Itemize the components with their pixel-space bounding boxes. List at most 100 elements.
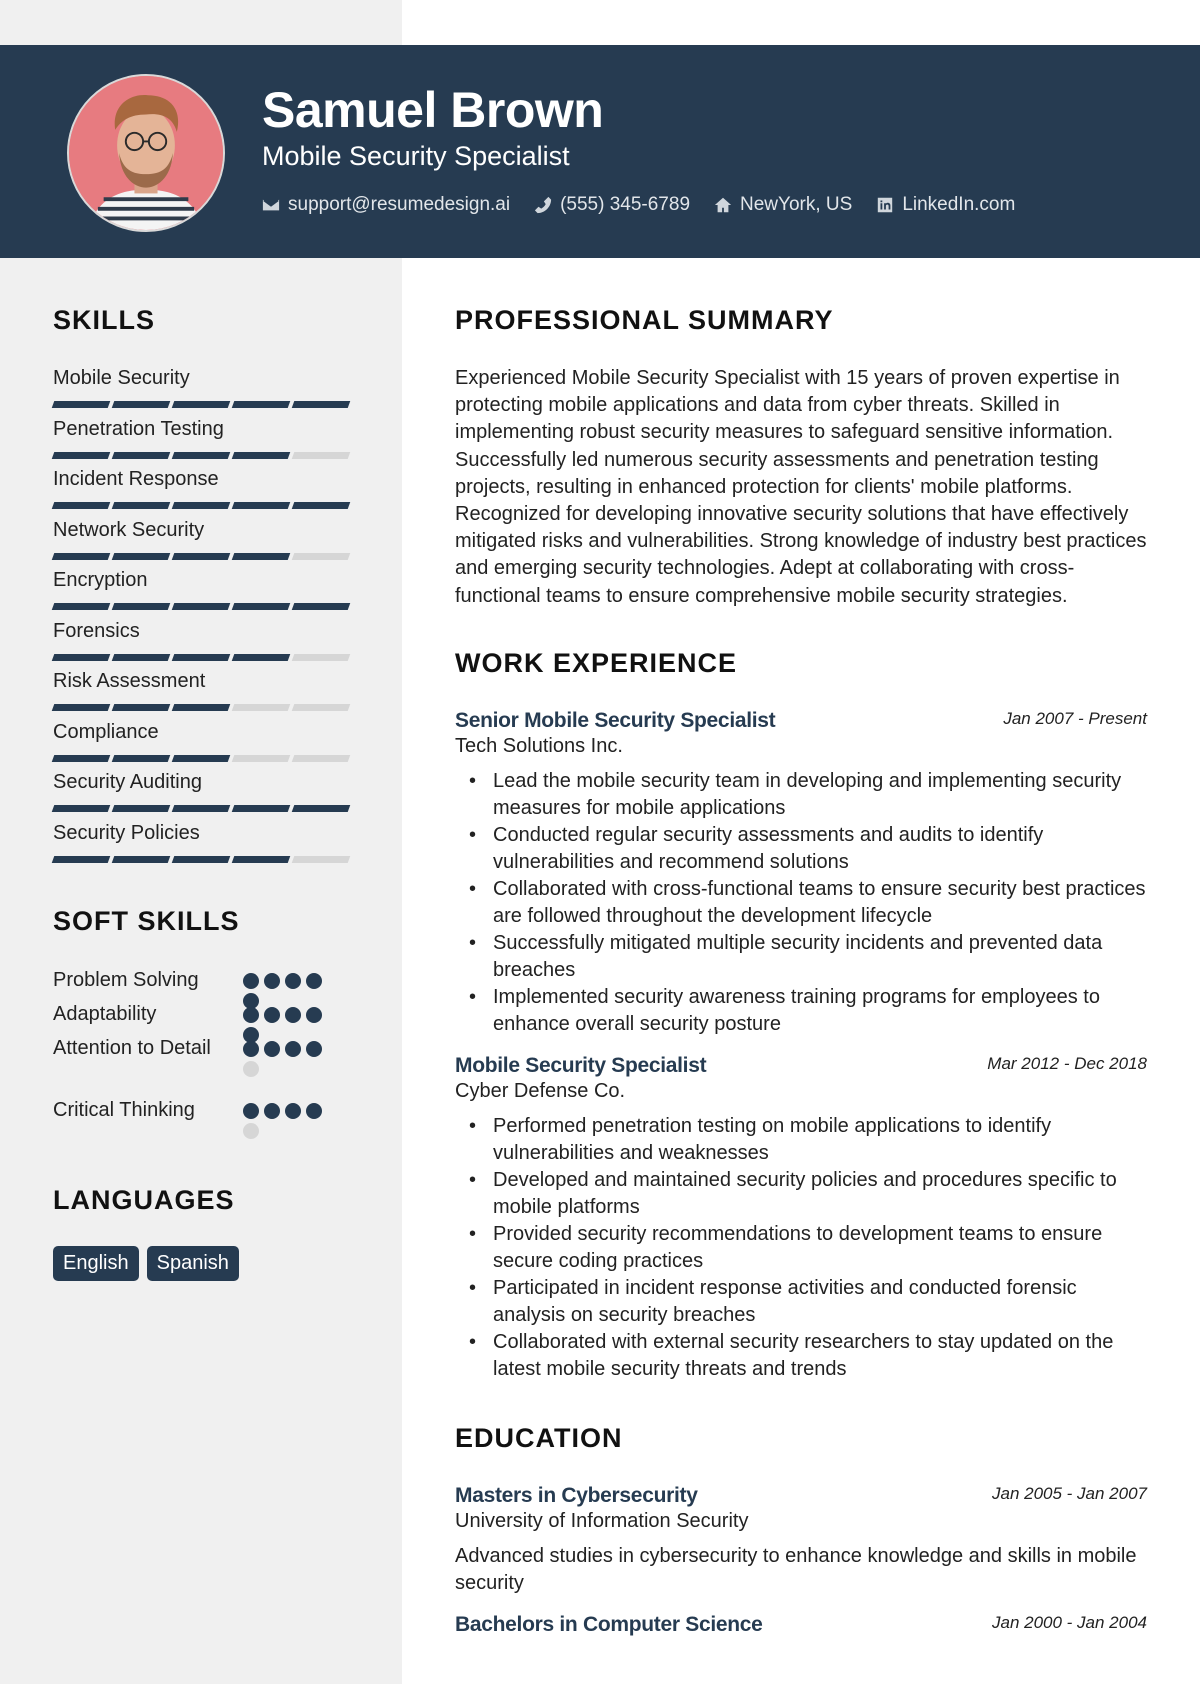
skill-level-bar bbox=[51, 805, 353, 812]
language-badge: Spanish bbox=[146, 1246, 239, 1281]
rating-dot-filled bbox=[264, 973, 280, 989]
skill-name: Penetration Testing bbox=[53, 417, 224, 440]
education-dates: Jan 2005 - Jan 2007 bbox=[991, 1483, 1147, 1503]
skill-segment-filled bbox=[51, 502, 111, 509]
candidate-name: Samuel Brown bbox=[262, 82, 604, 138]
skill-level-bar bbox=[51, 552, 353, 560]
skills-list: Mobile Security Penetration Testing Incide… bbox=[51, 366, 353, 871]
skill-segment-filled bbox=[231, 502, 291, 509]
main-content: PROFESSIONAL SUMMARY Experienced Mobile … bbox=[455, 305, 1147, 1637]
skill-segment-filled bbox=[51, 451, 111, 459]
bullet-item: Participated in incident response activi… bbox=[455, 1275, 1147, 1329]
soft-skills-section: SOFT SKILLS Problem Solving Adaptability A… bbox=[53, 906, 353, 1157]
skill-segment-filled bbox=[111, 754, 171, 762]
skill-item: Mobile Security bbox=[51, 366, 353, 417]
soft-skill-name: Critical Thinking bbox=[53, 1099, 195, 1121]
skill-level-bar bbox=[51, 603, 353, 610]
skill-segment-filled bbox=[171, 552, 231, 560]
skill-segment-empty bbox=[231, 704, 291, 711]
skill-segment-filled bbox=[171, 704, 231, 711]
skill-name: Incident Response bbox=[53, 468, 219, 490]
skill-segment-filled bbox=[231, 653, 291, 661]
skill-segment-empty bbox=[291, 653, 351, 661]
experience-entry: Mobile Security Specialist Mar 2012 - Dec… bbox=[455, 1054, 1147, 1383]
education-section: EDUCATION Masters in Cybersecurity Jan 20… bbox=[455, 1423, 1147, 1637]
linkedin-icon bbox=[876, 196, 894, 214]
rating-dot-filled bbox=[285, 1103, 301, 1119]
skill-segment-filled bbox=[171, 502, 231, 509]
education-dates: Jan 2000 - Jan 2004 bbox=[991, 1612, 1147, 1632]
soft-skills-list: Problem Solving Adaptability Attention to … bbox=[53, 967, 353, 1157]
skill-segment-filled bbox=[111, 855, 171, 863]
skill-segment-filled bbox=[231, 805, 291, 812]
soft-skill-name: Problem Solving bbox=[53, 969, 199, 991]
contact-phone-text: (555) 345-6789 bbox=[560, 194, 691, 215]
soft-skill-item: Problem Solving bbox=[53, 967, 328, 1009]
skill-segment-filled bbox=[291, 603, 351, 610]
skill-level-bar bbox=[51, 855, 353, 863]
education-entry: Bachelors in Computer Science Jan 2000 - … bbox=[455, 1613, 1147, 1637]
rating-dot-filled bbox=[306, 1103, 322, 1119]
languages-heading: LANGUAGES bbox=[53, 1185, 235, 1215]
contact-list: support@resumedesign.ai (555) 345-6789 N… bbox=[262, 194, 1015, 216]
summary-heading: PROFESSIONAL SUMMARY bbox=[455, 305, 834, 335]
skill-segment-filled bbox=[231, 855, 291, 863]
education-description: Advanced studies in cybersecurity to enh… bbox=[455, 1544, 1137, 1594]
bullet-item: Conducted regular security assessments a… bbox=[455, 822, 1147, 876]
education-list: Masters in Cybersecurity Jan 2005 - Jan 2… bbox=[455, 1484, 1147, 1637]
skill-name: Compliance bbox=[53, 720, 159, 743]
skill-segment-filled bbox=[171, 855, 231, 863]
rating-dot-filled bbox=[264, 1103, 280, 1119]
rating-dot-filled bbox=[243, 1041, 259, 1057]
contact-email-text: support@resumedesign.ai bbox=[288, 194, 511, 215]
rating-dot-empty bbox=[243, 1061, 259, 1077]
home-icon bbox=[714, 196, 732, 214]
languages-section: LANGUAGES English Spanish bbox=[53, 1185, 353, 1281]
skill-segment-filled bbox=[51, 754, 111, 762]
job-bullets: Performed penetration testing on mobile … bbox=[455, 1113, 1147, 1383]
skill-segment-filled bbox=[231, 603, 291, 610]
skill-segment-filled bbox=[111, 401, 171, 408]
skill-item: Security Auditing bbox=[51, 770, 353, 821]
school-name: University of Information Security bbox=[455, 1509, 749, 1532]
skill-segment-empty bbox=[291, 552, 351, 560]
skill-segment-filled bbox=[171, 451, 231, 459]
avatar-icon bbox=[69, 76, 223, 230]
skill-name: Mobile Security bbox=[53, 367, 190, 389]
contact-phone[interactable]: (555) 345-6789 bbox=[534, 194, 690, 216]
skill-segment-filled bbox=[51, 855, 111, 863]
skill-segment-filled bbox=[291, 805, 351, 812]
soft-skill-item: Critical Thinking bbox=[53, 1097, 328, 1157]
experience-list: Senior Mobile Security Specialist Jan 200… bbox=[455, 709, 1147, 1383]
bullet-item: Implemented security awareness training … bbox=[455, 984, 1147, 1038]
skills-heading: SKILLS bbox=[53, 305, 156, 335]
skill-item: Penetration Testing bbox=[51, 417, 353, 468]
skill-segment-filled bbox=[111, 653, 171, 661]
summary-text: Experienced Mobile Security Specialist w… bbox=[455, 367, 1147, 607]
skill-segment-filled bbox=[51, 603, 111, 610]
rating-dot-filled bbox=[264, 1041, 280, 1057]
skill-segment-filled bbox=[51, 401, 111, 408]
skill-segment-filled bbox=[231, 451, 291, 459]
skill-level-bar bbox=[51, 704, 353, 711]
skill-segment-filled bbox=[171, 603, 231, 610]
skill-name: Encryption bbox=[53, 569, 148, 591]
skill-segment-filled bbox=[231, 401, 291, 408]
contact-linkedin[interactable]: LinkedIn.com bbox=[876, 194, 1015, 216]
job-bullets: Lead the mobile security team in develop… bbox=[455, 768, 1147, 1038]
contact-email[interactable]: support@resumedesign.ai bbox=[262, 194, 510, 216]
phone-icon bbox=[534, 196, 552, 214]
rating-dot-filled bbox=[285, 1041, 301, 1057]
skill-segment-empty bbox=[291, 704, 351, 711]
soft-skills-heading: SOFT SKILLS bbox=[53, 906, 240, 936]
skill-level-bar bbox=[51, 653, 353, 661]
rating-dot-filled bbox=[285, 973, 301, 989]
skill-item: Encryption bbox=[51, 568, 353, 619]
skill-segment-filled bbox=[111, 704, 171, 711]
skill-segment-filled bbox=[171, 754, 231, 762]
job-dates: Mar 2012 - Dec 2018 bbox=[987, 1053, 1147, 1073]
languages-list: English Spanish bbox=[53, 1246, 353, 1281]
soft-skill-rating bbox=[243, 1097, 328, 1157]
skill-segment-filled bbox=[111, 805, 171, 812]
skill-level-bar bbox=[51, 502, 353, 509]
